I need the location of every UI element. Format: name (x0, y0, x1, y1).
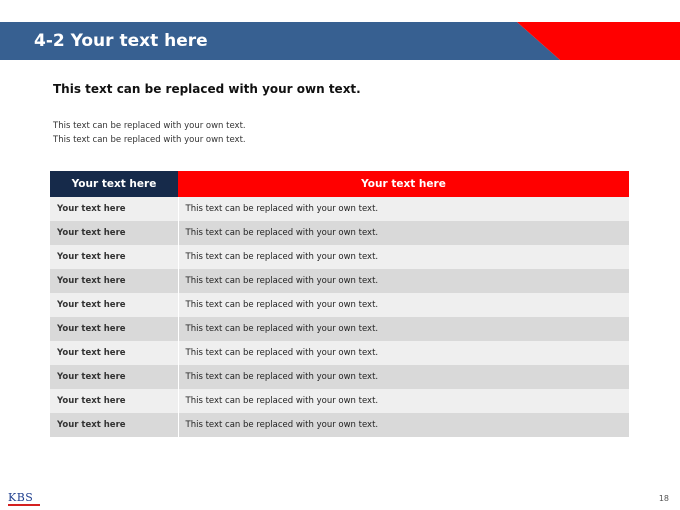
table-row: Your text here This text can be replaced… (50, 269, 629, 293)
table-header-row: Your text here Your text here (50, 171, 629, 197)
row-label: Your text here (50, 317, 178, 341)
table-header-left: Your text here (50, 171, 178, 197)
body-line: This text can be replaced with your own … (53, 121, 246, 131)
slide-subtitle: This text can be replaced with your own … (53, 82, 361, 96)
row-text: This text can be replaced with your own … (177, 389, 629, 413)
row-label: Your text here (50, 389, 178, 413)
table-row: Your text here This text can be replaced… (50, 389, 629, 413)
table-row: Your text here This text can be replaced… (50, 413, 629, 437)
body-line: This text can be replaced with your own … (53, 135, 246, 145)
title-bar: 4-2 Your text here (0, 22, 680, 60)
row-label: Your text here (50, 341, 178, 365)
table-row: Your text here This text can be replaced… (50, 245, 629, 269)
page-number: 18 (658, 494, 669, 503)
row-text: This text can be replaced with your own … (177, 317, 629, 341)
row-text: This text can be replaced with your own … (177, 245, 629, 269)
row-text: This text can be replaced with your own … (177, 221, 629, 245)
row-label: Your text here (50, 269, 178, 293)
row-label: Your text here (50, 413, 178, 437)
row-text: This text can be replaced with your own … (177, 413, 629, 437)
row-text: This text can be replaced with your own … (177, 365, 629, 389)
table-row: Your text here This text can be replaced… (50, 365, 629, 389)
table-row: Your text here This text can be replaced… (50, 293, 629, 317)
row-label: Your text here (50, 245, 178, 269)
logo-text: KBS (8, 491, 34, 504)
table-row: Your text here This text can be replaced… (50, 221, 629, 245)
row-text: This text can be replaced with your own … (177, 341, 629, 365)
row-label: Your text here (50, 221, 178, 245)
kbs-logo: KBS (8, 491, 40, 506)
table-row: Your text here This text can be replaced… (50, 197, 629, 221)
row-text: This text can be replaced with your own … (177, 293, 629, 317)
row-label: Your text here (50, 365, 178, 389)
row-text: This text can be replaced with your own … (177, 197, 629, 221)
table-header-right: Your text here (178, 171, 629, 197)
table-row: Your text here This text can be replaced… (50, 341, 629, 365)
content-table: Your text here Your text here Your text … (50, 171, 629, 437)
row-label: Your text here (50, 293, 178, 317)
row-label: Your text here (50, 197, 178, 221)
slide-title: 4-2 Your text here (34, 31, 208, 51)
body-text: This text can be replaced with your own … (53, 119, 246, 147)
table-row: Your text here This text can be replaced… (50, 317, 629, 341)
row-text: This text can be replaced with your own … (177, 269, 629, 293)
